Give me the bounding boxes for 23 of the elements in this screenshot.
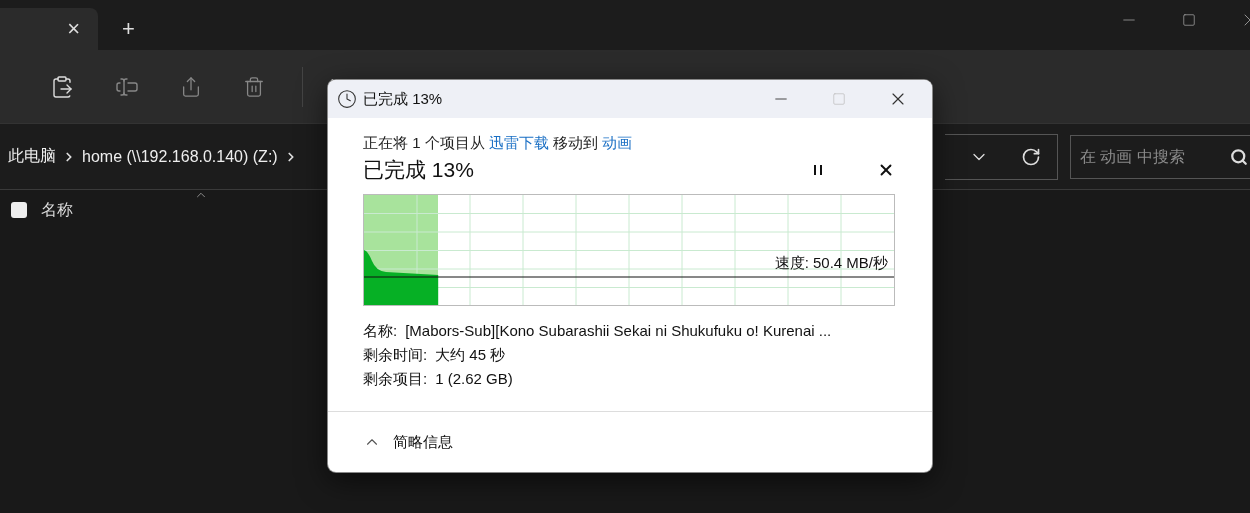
destination-link[interactable]: 动画 bbox=[602, 134, 633, 151]
breadcrumb-item[interactable]: home (\\192.168.0.140) (Z:) bbox=[82, 147, 278, 166]
detail-label: 名称: bbox=[363, 321, 398, 341]
details-toggle-button[interactable]: 简略信息 bbox=[363, 432, 453, 452]
tab-close-button[interactable]: × bbox=[63, 14, 84, 44]
clock-icon bbox=[337, 89, 357, 109]
search-field[interactable]: 在 动画 中搜索 bbox=[1070, 134, 1250, 179]
column-header[interactable]: 名称 bbox=[41, 199, 73, 221]
detail-value: 1 (2.62 GB) bbox=[435, 369, 513, 389]
speed-label: 速度: 50.4 MB/秒 bbox=[774, 254, 888, 273]
detail-label: 剩余项目: bbox=[363, 369, 428, 389]
source-link[interactable]: 迅雷下载 bbox=[488, 134, 549, 151]
breadcrumb-item[interactable]: 此电脑 bbox=[8, 146, 56, 167]
progress-heading: 已完成 13% bbox=[363, 157, 474, 183]
transfer-message: 正在将 1 个项目从 迅雷下载 移动到 动画 bbox=[363, 134, 634, 153]
new-tab-button[interactable]: + bbox=[118, 14, 139, 44]
search-icon bbox=[1230, 147, 1248, 166]
tab-background[interactable]: × bbox=[0, 8, 98, 50]
detail-value: 大约 45 秒 bbox=[435, 345, 506, 365]
select-all-checkbox[interactable] bbox=[11, 202, 27, 218]
dialog-title: 已完成 13% bbox=[363, 89, 443, 109]
detail-value: [Mabors-Sub][Kono Subarashii Sekai ni Shukufuku o! Kurenai ... bbox=[405, 321, 832, 341]
detail-label: 剩余时间: bbox=[363, 345, 428, 365]
